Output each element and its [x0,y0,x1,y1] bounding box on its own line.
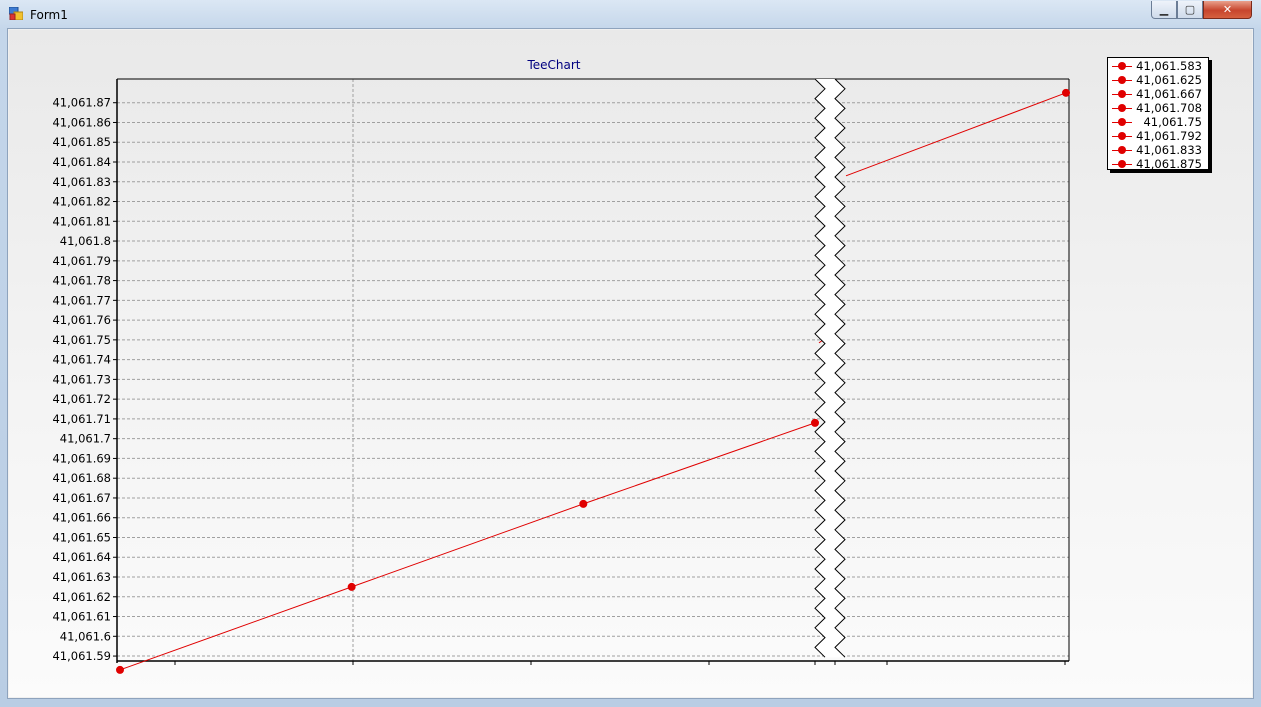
legend-label: 41,061.75 [1143,115,1202,129]
chart-title: TeeChart [526,58,580,72]
legend-label: 41,061.583 [1136,59,1202,73]
series-point [579,499,588,508]
legend-item: 41,061.792 [1108,129,1208,143]
y-tick-label: 41,061.67 [52,491,111,505]
y-tick-label: 41,061.7 [60,432,111,446]
y-tick-label: 41,061.84 [52,155,111,169]
legend-dot-marker [1118,118,1126,126]
legend-label: 41,061.708 [1136,101,1202,115]
y-tick-label: 41,061.82 [52,195,111,209]
legend-label: 41,061.833 [1136,143,1202,157]
series-line-left [119,422,816,671]
y-tick-label: 41,061.78 [52,274,111,288]
y-tick-label: 41,061.83 [52,175,111,189]
y-tick-label: 41,061.77 [52,293,111,307]
legend-item: 41,061.583 [1108,59,1208,73]
y-tick-label: 41,061.62 [52,590,111,604]
legend-dot-marker [1118,76,1126,84]
y-tick-label: 41,061.66 [52,511,111,525]
y-tick-label: 41,061.74 [52,353,111,367]
y-tick-label: 41,061.79 [52,254,111,268]
series-point [811,418,819,427]
series-point [116,665,124,674]
series-point [347,582,356,591]
plot-area [117,79,1069,661]
y-tick-label: 41,061.76 [52,313,111,327]
legend-item: 41,061.75 [1108,115,1208,129]
y-tick-label: 41,061.85 [52,135,111,149]
legend-label: 41,061.667 [1136,87,1202,101]
y-tick-label: 41,061.87 [52,96,111,110]
series-point [1062,88,1070,97]
y-tick-label: 41,061.75 [52,333,111,347]
legend-dot-marker [1118,146,1126,154]
y-tick-label: 41,061.73 [52,372,111,386]
application-window: Form1 ▁ ▢ ✕ 41,061.59 41,061.6 41,061.61 41… [0,0,1261,707]
legend-item: 41,061.875 [1108,157,1208,171]
y-tick-label: 41,061.71 [52,412,111,426]
y-tick-label: 41,061.72 [52,392,111,406]
legend-item: 41,061.708 [1108,101,1208,115]
legend-dot-marker [1118,132,1126,140]
y-tick-label: 41,061.65 [52,530,111,544]
legend-item: 41,061.667 [1108,87,1208,101]
y-tick-label: 41,061.59 [52,649,111,663]
y-tick-label: 41,061.69 [52,451,111,465]
legend-dot-marker [1118,62,1126,70]
legend-item: 41,061.833 [1108,143,1208,157]
y-tick-label: 41,061.8 [60,234,111,248]
legend-label: 41,061.625 [1136,73,1202,87]
legend-dot-marker [1118,104,1126,112]
y-tick-label: 41,061.63 [52,570,111,584]
chart-svg: 41,061.59 41,061.6 41,061.61 41,061.62 41,06… [52,58,1070,674]
series-line-right [845,92,1067,177]
y-tick-label: 41,061.68 [52,471,111,485]
legend-item: 41,061.625 [1108,73,1208,87]
legend-dot-marker [1118,160,1126,168]
y-tick-label: 41,061.81 [52,214,111,228]
chart-legend: 41,061.583 41,061.625 41,061.667 41,061.708… [1107,57,1209,171]
y-tick-label: 41,061.86 [52,115,111,129]
y-tick-label: 41,061.6 [60,629,111,643]
legend-dot-marker [1118,90,1126,98]
y-tick-label: 41,061.64 [52,550,111,564]
legend-label: 41,061.875 [1136,157,1202,171]
y-tick-label: 41,061.61 [52,610,111,624]
legend-label: 41,061.792 [1136,129,1202,143]
